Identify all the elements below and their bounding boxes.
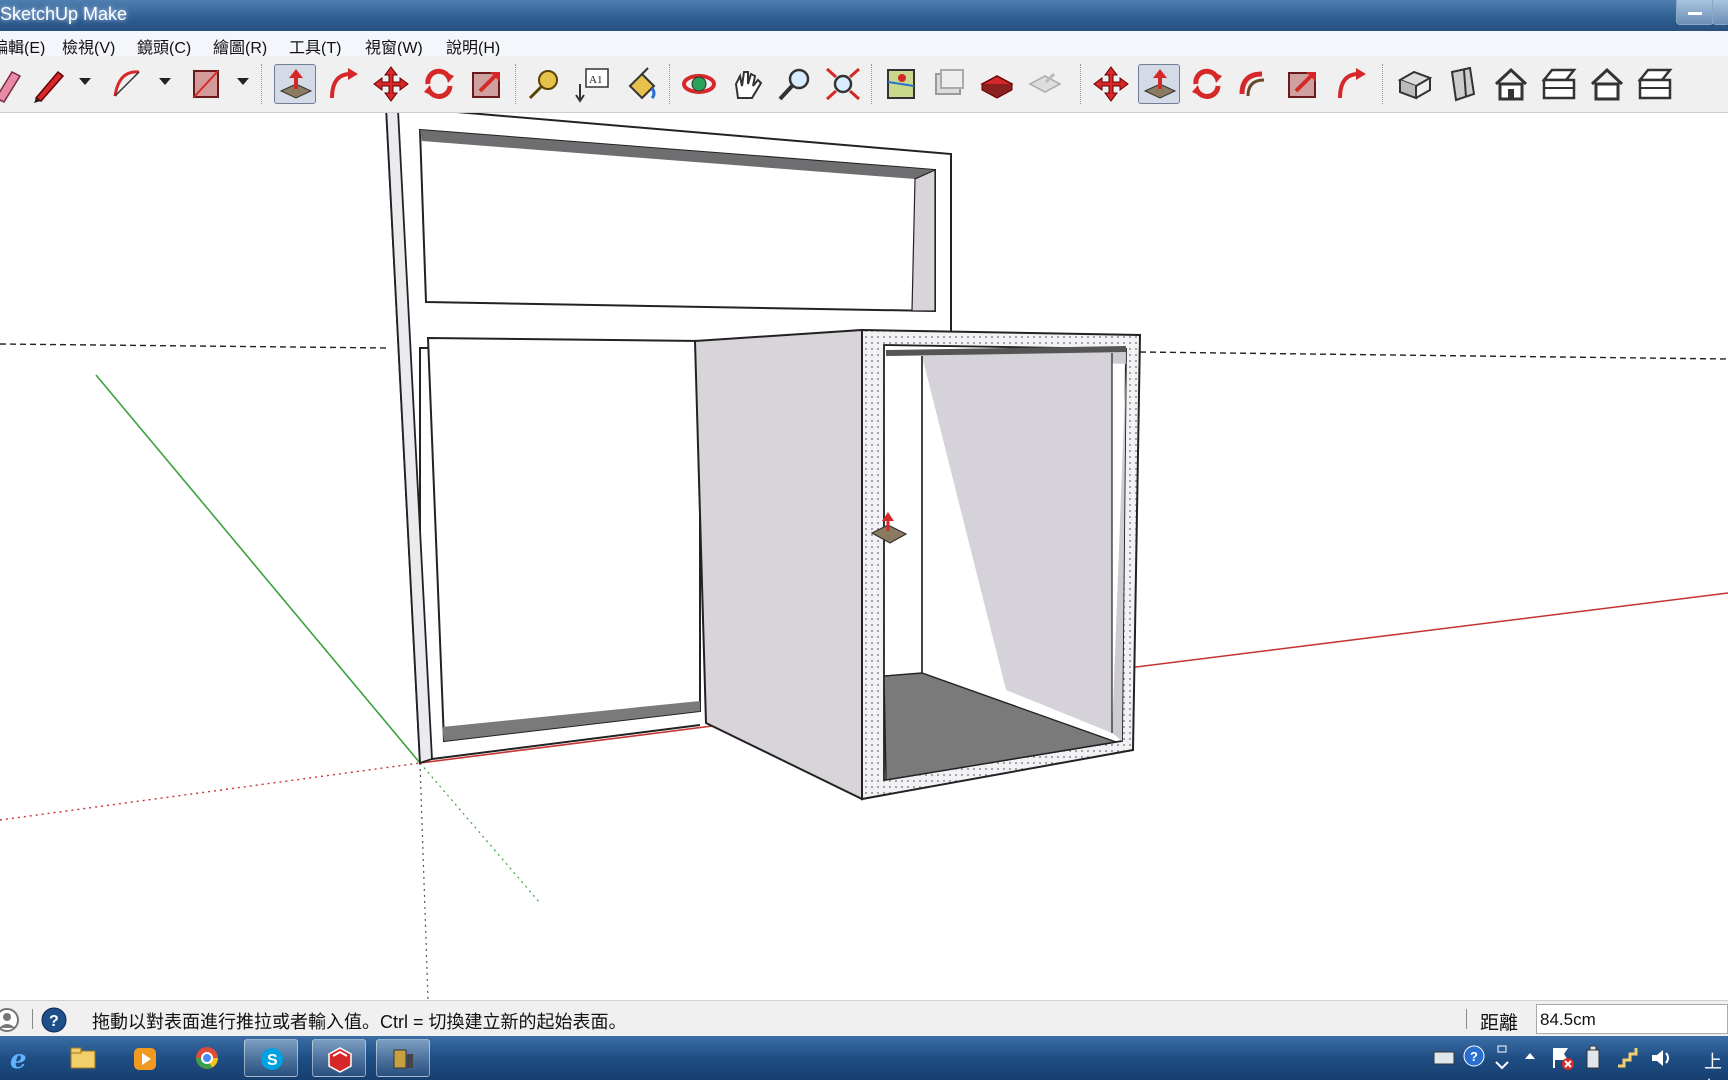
menu-tools[interactable]: 工具(T): [289, 34, 341, 58]
toolbar-separator: [669, 64, 672, 104]
move-icon-2[interactable]: [1090, 64, 1132, 104]
sketchup-taskbar-button[interactable]: [312, 1039, 366, 1077]
model-canvas[interactable]: [0, 113, 1728, 1000]
status-separator: [32, 1009, 33, 1029]
minimize-button[interactable]: [1676, 0, 1714, 25]
photo-textures-icon[interactable]: [928, 64, 970, 104]
text-icon[interactable]: A1: [572, 64, 614, 104]
tool-taskbar-button[interactable]: [376, 1039, 430, 1077]
chrome-icon: [196, 1047, 218, 1069]
volume-icon[interactable]: [1648, 1044, 1676, 1072]
help-icon[interactable]: ?: [40, 1006, 68, 1034]
measurements-box[interactable]: 84.5cm: [1536, 1004, 1728, 1034]
rotate-icon[interactable]: [418, 64, 460, 104]
toolbar: A1: [0, 56, 1728, 113]
ie-taskbar-button[interactable]: e: [0, 1039, 46, 1077]
blue-axis-dotted: [419, 762, 429, 1000]
menu-edit[interactable]: 編輯(E): [0, 34, 45, 58]
user-icon[interactable]: [0, 1007, 20, 1033]
taskbar: e S ? 上午: [0, 1036, 1728, 1080]
folder-icon: [70, 1047, 96, 1069]
iso-view-icon[interactable]: [1394, 64, 1436, 104]
status-separator: [1466, 1009, 1467, 1029]
shape-dropdown-arrow[interactable]: [237, 78, 249, 85]
menu-help[interactable]: 說明(H): [446, 34, 500, 58]
top-view-icon[interactable]: [1442, 64, 1484, 104]
arc-dropdown-arrow[interactable]: [159, 78, 171, 85]
toolbar-separator: [261, 64, 264, 104]
skype-icon: S: [261, 1048, 283, 1070]
network-icon[interactable]: [1614, 1044, 1642, 1072]
get-models-icon[interactable]: [976, 64, 1018, 104]
push-pull-icon-2[interactable]: [1138, 64, 1180, 104]
svg-text:e: e: [10, 1045, 27, 1075]
front-view-icon[interactable]: [1490, 64, 1532, 104]
window-title: SketchUp Make: [0, 4, 128, 24]
status-bar: ? 拖動以對表面進行推拉或者輸入值。Ctrl = 切換建立新的起始表面。 距離 …: [0, 1000, 1728, 1037]
arc-icon[interactable]: [107, 64, 149, 104]
zoom-icon[interactable]: [774, 64, 816, 104]
menu-camera[interactable]: 鏡頭(C): [137, 34, 191, 58]
menu-view[interactable]: 檢視(V): [62, 34, 115, 58]
orbit-icon[interactable]: [678, 64, 720, 104]
menu-bar: 編輯(E) 檢視(V) 鏡頭(C) 繪圖(R) 工具(T) 視窗(W) 說明(H…: [0, 31, 1728, 57]
follow-me-icon[interactable]: [322, 64, 364, 104]
push-pull-icon[interactable]: [274, 64, 316, 104]
media-taskbar-button[interactable]: [118, 1039, 172, 1077]
clock[interactable]: 上午: [1704, 1048, 1728, 1080]
line-dropdown-arrow[interactable]: [79, 78, 91, 85]
help-tray-icon[interactable]: ?: [1462, 1044, 1486, 1068]
toolbar-separator: [1080, 64, 1083, 104]
eraser-icon[interactable]: [0, 64, 24, 104]
drawing-viewport[interactable]: [0, 113, 1728, 1000]
svg-text:?: ?: [49, 1013, 59, 1030]
title-bar: SketchUp Make: [0, 0, 1728, 31]
tape-measure-icon[interactable]: [524, 64, 566, 104]
vcb-label: 距離: [1480, 1013, 1519, 1034]
keyboard-icon[interactable]: [1432, 1046, 1456, 1070]
zoom-extents-icon[interactable]: [822, 64, 864, 104]
power-icon[interactable]: [1582, 1044, 1606, 1072]
scale-icon[interactable]: [466, 64, 508, 104]
toolbar-separator: [871, 64, 874, 104]
right-view-icon[interactable]: [1538, 64, 1580, 104]
rotate-icon-2[interactable]: [1186, 64, 1228, 104]
skype-taskbar-button[interactable]: S: [244, 1039, 298, 1077]
tool-app-icon: [393, 1049, 413, 1069]
restore-tray-icon[interactable]: [1492, 1044, 1512, 1072]
toolbar-separator: [1382, 64, 1385, 104]
scale-icon-2[interactable]: [1282, 64, 1324, 104]
green-axis: [95, 374, 421, 764]
share-model-icon[interactable]: [1024, 64, 1066, 104]
explorer-taskbar-button[interactable]: [56, 1039, 110, 1077]
pan-icon[interactable]: [726, 64, 768, 104]
green-axis-dotted: [419, 762, 541, 904]
svg-text:A1: A1: [589, 74, 602, 86]
follow-me-icon-2[interactable]: [1330, 64, 1372, 104]
back-view-icon[interactable]: [1586, 64, 1628, 104]
show-hidden-icons[interactable]: [1522, 1048, 1538, 1064]
sketchup-icon: [328, 1047, 352, 1073]
menu-window[interactable]: 視窗(W): [365, 34, 423, 58]
internet-explorer-icon: e: [10, 1045, 27, 1075]
menu-draw[interactable]: 繪圖(R): [213, 34, 267, 58]
maximize-button[interactable]: [1712, 0, 1728, 25]
add-location-icon[interactable]: [880, 64, 922, 104]
left-view-icon[interactable]: [1634, 64, 1676, 104]
svg-text:?: ?: [1470, 1049, 1478, 1064]
action-center-icon[interactable]: [1548, 1044, 1576, 1072]
red-axis-dotted: [0, 762, 421, 821]
media-player-icon: [134, 1048, 156, 1070]
red-axis-solid-right: [1119, 592, 1728, 670]
chrome-taskbar-button[interactable]: [180, 1039, 234, 1077]
toolbar-separator: [515, 64, 518, 104]
paint-bucket-icon[interactable]: [620, 64, 662, 104]
pulled-box[interactable]: [693, 328, 1142, 801]
rectangle-icon[interactable]: [186, 64, 228, 104]
svg-text:S: S: [267, 1052, 278, 1069]
status-message: 拖動以對表面進行推拉或者輸入值。Ctrl = 切換建立新的起始表面。: [92, 1012, 627, 1032]
pencil-icon[interactable]: [28, 64, 70, 104]
offset-icon[interactable]: [1234, 64, 1276, 104]
move-icon[interactable]: [370, 64, 412, 104]
